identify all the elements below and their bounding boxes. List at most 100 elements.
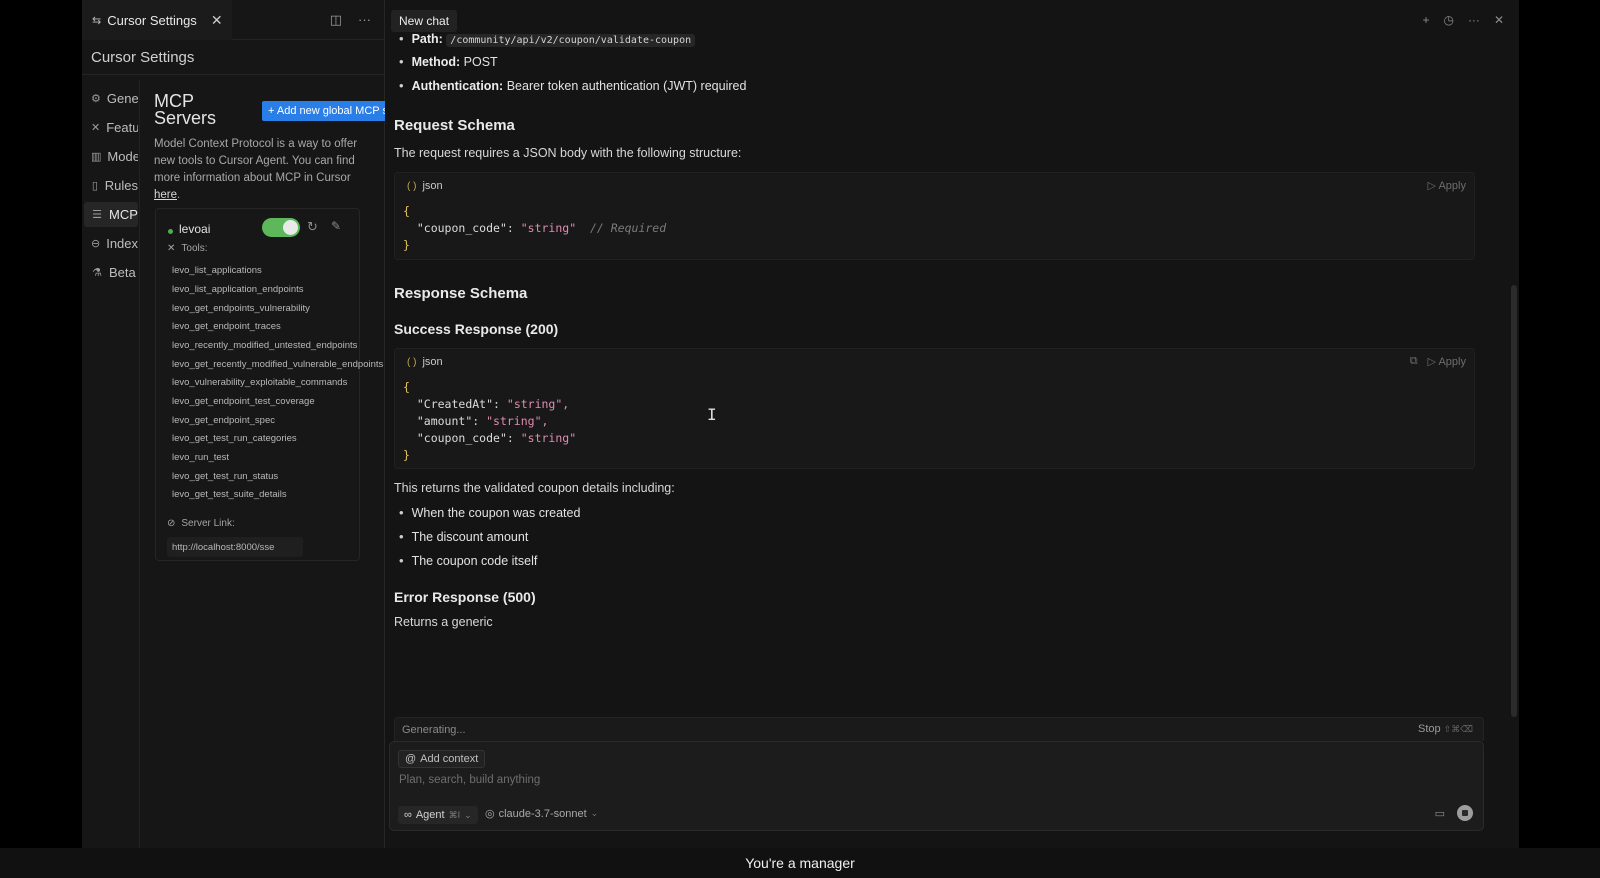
add-mcp-server-button[interactable]: + Add new global MCP server — [262, 101, 385, 121]
error-text: Returns a generic — [394, 615, 493, 629]
code-brace: { — [403, 204, 410, 218]
nav-item-features[interactable]: ✕ Features — [84, 115, 138, 140]
code-key: "coupon_code" — [416, 431, 507, 445]
image-icon[interactable]: ▭ — [1435, 807, 1445, 820]
close-icon[interactable]: ✕ — [1494, 13, 1504, 27]
chat-scrollbar[interactable] — [1511, 285, 1517, 717]
code-key: "coupon_code" — [416, 221, 507, 235]
braces-icon: ( ) — [407, 356, 417, 368]
request-schema-heading: Request Schema — [394, 117, 515, 134]
split-editor-icon[interactable]: ◫ — [330, 12, 342, 28]
composer-icons: ▭ — [1435, 805, 1473, 821]
tool-item: levo_list_application_endpoints — [172, 284, 304, 295]
apply-button[interactable]: ▷ Apply — [1428, 179, 1466, 192]
list-item: The coupon code itself — [399, 553, 538, 568]
infinity-icon: ∞ — [404, 809, 412, 821]
chevron-down-icon: ⌄ — [590, 808, 599, 818]
response-code-block: ( ) json ⧉ ▷ Apply { "CreatedAt": "strin… — [394, 348, 1475, 469]
code-actions: ▷ Apply — [1428, 179, 1466, 192]
link-label-text: Server Link: — [181, 518, 235, 529]
code-body: { "CreatedAt": "string", "amount": "stri… — [403, 380, 577, 462]
code-key: "CreatedAt" — [416, 397, 494, 411]
chat-input[interactable]: Plan, search, build anything — [399, 774, 540, 786]
refresh-icon[interactable]: ↻ — [307, 219, 318, 235]
nav-label: Indexing — [106, 236, 138, 251]
nav-item-beta[interactable]: ⚗ Beta — [84, 260, 138, 285]
request-text: The request requires a JSON body with th… — [394, 146, 742, 160]
tool-item: levo_get_endpoints_vulnerability — [172, 303, 310, 314]
code-brace: } — [403, 238, 410, 252]
tab-new-chat[interactable]: New chat — [391, 10, 458, 32]
tool-item: levo_get_test_run_categories — [172, 433, 297, 444]
list-item: Path: /community/api/v2/coupon/validate-… — [399, 31, 696, 47]
chat-tools: + ◷ ··· ✕ — [1422, 13, 1504, 27]
path-label: Path: — [411, 31, 443, 46]
history-icon[interactable]: ◷ — [1443, 13, 1453, 27]
nav-label: General — [106, 91, 138, 106]
nav-item-mcp[interactable]: ☰ MCP — [84, 202, 138, 227]
models-icon: ▥ — [91, 151, 102, 163]
mcp-description: Model Context Protocol is a way to offer… — [154, 136, 364, 204]
nav-item-indexing[interactable]: ⊖ Indexing — [84, 231, 138, 256]
list-item: The discount amount — [399, 529, 529, 544]
database-icon: ⊖ — [91, 238, 101, 250]
mcp-docs-link[interactable]: here — [154, 189, 177, 201]
server-name: levoai — [179, 222, 211, 236]
code-brace: } — [403, 448, 410, 462]
mcp-icon: ☰ — [92, 209, 102, 221]
generating-status: Generating... — [402, 723, 466, 736]
plus-icon[interactable]: + — [1422, 13, 1429, 27]
code-comment: // Required — [589, 221, 667, 235]
stop-generation-icon[interactable] — [1457, 805, 1473, 821]
mcp-server-card: levoai ↻ ✎ ✕ Tools: levo_list_applicatio… — [155, 208, 383, 561]
request-code-block: ( ) json ▷ Apply { "coupon_code": "strin… — [394, 172, 1475, 260]
text-cursor-icon: I — [707, 405, 717, 424]
close-tab-icon[interactable]: ✕ — [211, 12, 223, 29]
nav-item-rules[interactable]: ▯ Rules — [84, 173, 138, 198]
copy-icon[interactable]: ⧉ — [1410, 355, 1418, 368]
tools-icon: ✕ — [167, 243, 176, 254]
server-toggle[interactable] — [262, 218, 300, 237]
nav-item-general[interactable]: ⚙ General — [84, 86, 138, 111]
tools-label-text: Tools: — [181, 243, 208, 254]
video-caption: You're a manager — [0, 848, 1600, 878]
agent-shortcut: ⌘I — [448, 809, 461, 820]
add-context-label: Add context — [420, 753, 479, 765]
model-icon: ◎ — [485, 808, 495, 820]
agent-mode-select[interactable]: ∞ Agent ⌘I ⌄ — [398, 806, 478, 824]
stop-square — [1462, 810, 1468, 816]
code-lang: json — [422, 356, 443, 368]
more-icon[interactable]: ··· — [1468, 13, 1480, 27]
description-text: Model Context Protocol is a way to offer… — [154, 138, 358, 184]
link-icon: ⊘ — [167, 518, 176, 529]
tab-cursor-settings[interactable]: ⇆ Cursor Settings ✕ — [82, 0, 232, 40]
tool-item: levo_run_test — [172, 452, 230, 463]
nav-label: Rules — [104, 178, 138, 193]
apply-button[interactable]: ▷ Apply — [1428, 355, 1466, 368]
nav-label: Beta — [109, 265, 136, 280]
edit-icon[interactable]: ✎ — [331, 219, 341, 233]
settings-title: Cursor Settings — [91, 49, 195, 66]
model-select[interactable]: ◎ claude-3.7-sonnet ⌄ — [485, 807, 599, 821]
list-item: Authentication: Bearer token authenticat… — [399, 78, 747, 93]
more-icon[interactable]: ··· — [358, 12, 371, 28]
code-value: "string" — [520, 221, 577, 235]
code-body: { "coupon_code": "string" // Required } — [403, 204, 667, 252]
add-context-button[interactable]: @ Add context — [398, 750, 486, 768]
tool-item: levo_get_endpoint_traces — [172, 321, 281, 332]
settings-pane: ⇆ Cursor Settings ✕ ◫ ··· Cursor Setting… — [82, 0, 385, 848]
tool-item: levo_list_applications — [172, 265, 262, 276]
error-response-heading: Error Response (500) — [394, 589, 536, 605]
stop-shortcut: ⇧⌘⌫ — [1443, 724, 1473, 734]
server-link-label: ⊘ Server Link: — [167, 518, 235, 529]
stop-button[interactable]: Stop ⇧⌘⌫ — [1418, 723, 1473, 735]
server-link[interactable]: http://localhost:8000/sse — [167, 537, 303, 557]
tools-label: ✕ Tools: — [167, 243, 208, 254]
tool-item: levo_recently_modified_untested_endpoint… — [172, 340, 358, 351]
apply-label: Apply — [1438, 180, 1466, 192]
tool-item: levo_get_test_suite_details — [172, 489, 287, 500]
code-lang: json — [422, 180, 443, 192]
path-code: /community/api/v2/coupon/validate-coupon — [446, 33, 696, 47]
nav-item-models[interactable]: ▥ Models — [84, 144, 138, 169]
response-schema-heading: Response Schema — [394, 285, 528, 302]
